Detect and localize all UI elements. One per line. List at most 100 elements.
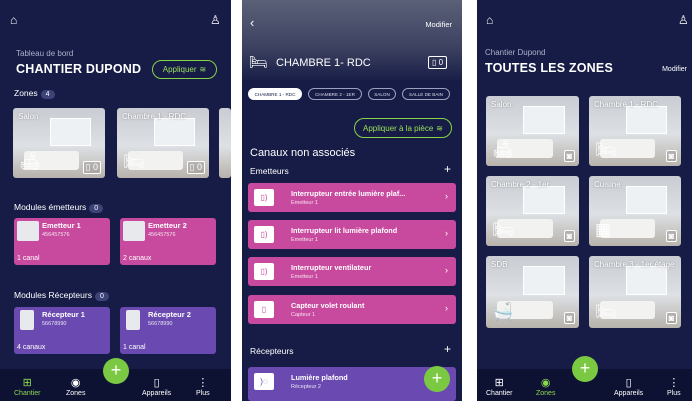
home-icon[interactable]: ⌂ — [486, 14, 493, 26]
emitters-label: Emetteurs — [250, 166, 289, 176]
back-chevron-icon[interactable]: ‹ — [250, 16, 254, 29]
receiver-code: 56678990 — [42, 321, 67, 327]
bulb-icon: )◌ — [254, 373, 274, 390]
add-fab-button[interactable]: + — [572, 356, 598, 382]
chevron-right-icon: › — [445, 303, 448, 313]
zone-card-chambre-1[interactable]: Chambre 1 - RDC 🛏 ◙ — [589, 96, 681, 166]
zone-card-sdb[interactable]: SDB 🛁 ◙ — [486, 256, 579, 328]
channel-title: Interrupteur lit lumière plafond — [291, 226, 398, 235]
page-title: TOUTES LES ZONES — [485, 61, 613, 75]
modify-link[interactable]: Modifier — [425, 20, 452, 29]
zone-card-cuisine[interactable]: Cuisine ▦ ◙ — [589, 176, 681, 246]
room-photo-window — [523, 185, 566, 214]
user-icon[interactable]: ♙ — [678, 14, 689, 26]
user-icon[interactable]: ♙ — [210, 14, 221, 26]
zone-card-chambre-1[interactable]: Chambre 1 - RDC 🛏 ▯ 0 — [117, 108, 209, 178]
building-icon: ⊞ — [22, 377, 32, 389]
page-title: CHANTIER DUPOND — [16, 62, 142, 76]
device-count-badge: ▯ 0 — [186, 161, 205, 174]
zone-card-partial[interactable] — [219, 108, 231, 178]
room-photo-window — [153, 117, 196, 146]
nav-label: Appareils — [614, 390, 644, 397]
nav-label: Zones — [66, 390, 86, 397]
nav-label: Chantier — [486, 390, 513, 397]
emitter-code: 456457576 — [148, 232, 176, 238]
channel-title: Capteur volet roulant — [291, 301, 365, 310]
channel-row[interactable]: ▯ Capteur volet roulant Capteur 1 › — [248, 295, 456, 324]
nav-plus[interactable]: ⋮ Plus — [196, 376, 210, 397]
zone-card-salon[interactable]: Salon 🛋 ▯ 0 — [13, 108, 105, 178]
receiver-card-2[interactable]: Récepteur 2 56678990 1 canal — [120, 307, 216, 354]
sensor-icon: ▯ — [254, 301, 274, 318]
camera-icon[interactable]: ◙ — [563, 150, 575, 162]
camera-icon[interactable]: ◙ — [665, 230, 677, 242]
channel-source: Emetteur 1 — [291, 200, 318, 206]
zone-name: SDB — [491, 260, 508, 269]
add-receiver-plus-icon[interactable]: + — [444, 342, 451, 356]
camera-icon[interactable]: ◙ — [563, 230, 575, 242]
nav-chantier[interactable]: ⊞ Chantier — [486, 376, 512, 397]
receivers-count-badge: 0 — [94, 292, 109, 301]
nav-appareils[interactable]: ▯ Appareils — [614, 376, 643, 397]
emitter-canals: 2 canaux — [123, 255, 152, 262]
nav-plus[interactable]: ⋮ Plus — [667, 376, 681, 397]
camera-icon[interactable]: ◙ — [665, 150, 677, 162]
apply-button-label: Appliquer à la pièce — [363, 123, 434, 133]
channel-title: Lumière plafond — [291, 373, 348, 382]
kitchen-icon: ▦ — [595, 220, 612, 239]
zones-count-badge: 4 — [40, 90, 55, 99]
nav-zones[interactable]: ◉ Zones — [536, 376, 555, 397]
chip-chambre-1[interactable]: CHAMBRE 1 - RDC — [248, 88, 302, 100]
channel-row[interactable]: ▯) Interrupteur entrée lumière plaf... E… — [248, 183, 456, 212]
nav-zones[interactable]: ◉ Zones — [66, 376, 85, 397]
nav-appareils[interactable]: ▯ Appareils — [142, 376, 171, 397]
zone-card-chambre-3[interactable]: Chambre 3 - 1er étage 🛏 ◙ — [589, 256, 681, 328]
apply-button[interactable]: Appliquer ≋ — [152, 60, 217, 79]
receivers-label: Modules Récepteurs — [14, 290, 92, 300]
apply-to-room-button[interactable]: Appliquer à la pièce ≋ — [354, 118, 452, 138]
nav-label: Chantier — [14, 390, 41, 397]
chevron-right-icon: › — [445, 191, 448, 201]
emitters-section-title: Modules émetteurs 0 — [14, 202, 104, 213]
bathtub-icon: 🛁 — [492, 302, 514, 321]
camera-icon[interactable]: ◙ — [665, 312, 677, 324]
nav-chantier[interactable]: ⊞ Chantier — [14, 376, 40, 397]
dashboard-screen: ⌂ ♙ Tableau de bord CHANTIER DUPOND Appl… — [0, 0, 231, 401]
unassigned-channels-title: Canaux non associés — [250, 147, 356, 159]
modify-link[interactable]: Modifier — [662, 66, 687, 73]
emitter-card-1[interactable]: Emetteur 1 456457576 1 canal — [14, 218, 110, 265]
add-fab-button[interactable]: + — [424, 366, 450, 392]
room-photo-window — [523, 266, 566, 295]
channel-source: Emetteur 1 — [291, 237, 318, 243]
chip-chambre-2[interactable]: CHAMBRE 2 - 1ER — [308, 88, 362, 100]
add-fab-button[interactable]: + — [103, 358, 129, 384]
receivers-label: Récepteurs — [250, 346, 294, 356]
add-emitter-plus-icon[interactable]: + — [444, 162, 451, 176]
emitter-code: 456457576 — [42, 232, 70, 238]
wifi-icon: ≋ — [436, 123, 443, 133]
all-zones-screen: ⌂ ♙ Chantier Dupond TOUTES LES ZONES Mod… — [477, 0, 692, 401]
home-icon[interactable]: ⌂ — [10, 14, 17, 26]
zone-card-salon[interactable]: Salon 🛋 ◙ — [486, 96, 579, 166]
channel-row[interactable]: ▯) Interrupteur ventilateur Emetteur 1 › — [248, 257, 456, 286]
nav-label: Plus — [196, 390, 210, 397]
armchair-icon: 🛋 — [19, 152, 41, 171]
zone-card-chambre-2[interactable]: Chambre 2 - 1er 🛏 ◙ — [486, 176, 579, 246]
zone-device-count: 0 — [196, 162, 202, 172]
switch-thumbnail — [17, 221, 39, 241]
emitter-card-2[interactable]: Emetteur 2 456457576 2 canaux — [120, 218, 216, 265]
receiver-card-1[interactable]: Récepteur 1 56678990 4 canaux — [14, 307, 110, 354]
emitter-name: Emetteur 2 — [148, 221, 187, 230]
location-pin-icon: ◉ — [540, 377, 551, 389]
chip-salon[interactable]: SALON — [368, 88, 396, 100]
emitter-canals: 1 canal — [17, 255, 40, 262]
chevron-right-icon: › — [445, 228, 448, 238]
camera-icon[interactable]: ◙ — [563, 312, 575, 324]
chip-salle-de-bain[interactable]: SALLE DE BAIN — [402, 88, 450, 100]
room-photo-window — [523, 105, 566, 134]
bed-icon: 🛏 — [595, 302, 617, 321]
device-icon: ▯ — [153, 377, 160, 389]
receiver-thumbnail — [20, 310, 34, 330]
channel-row[interactable]: ▯) Interrupteur lit lumière plafond Emet… — [248, 220, 456, 249]
zone-name: Cuisine — [594, 180, 621, 189]
